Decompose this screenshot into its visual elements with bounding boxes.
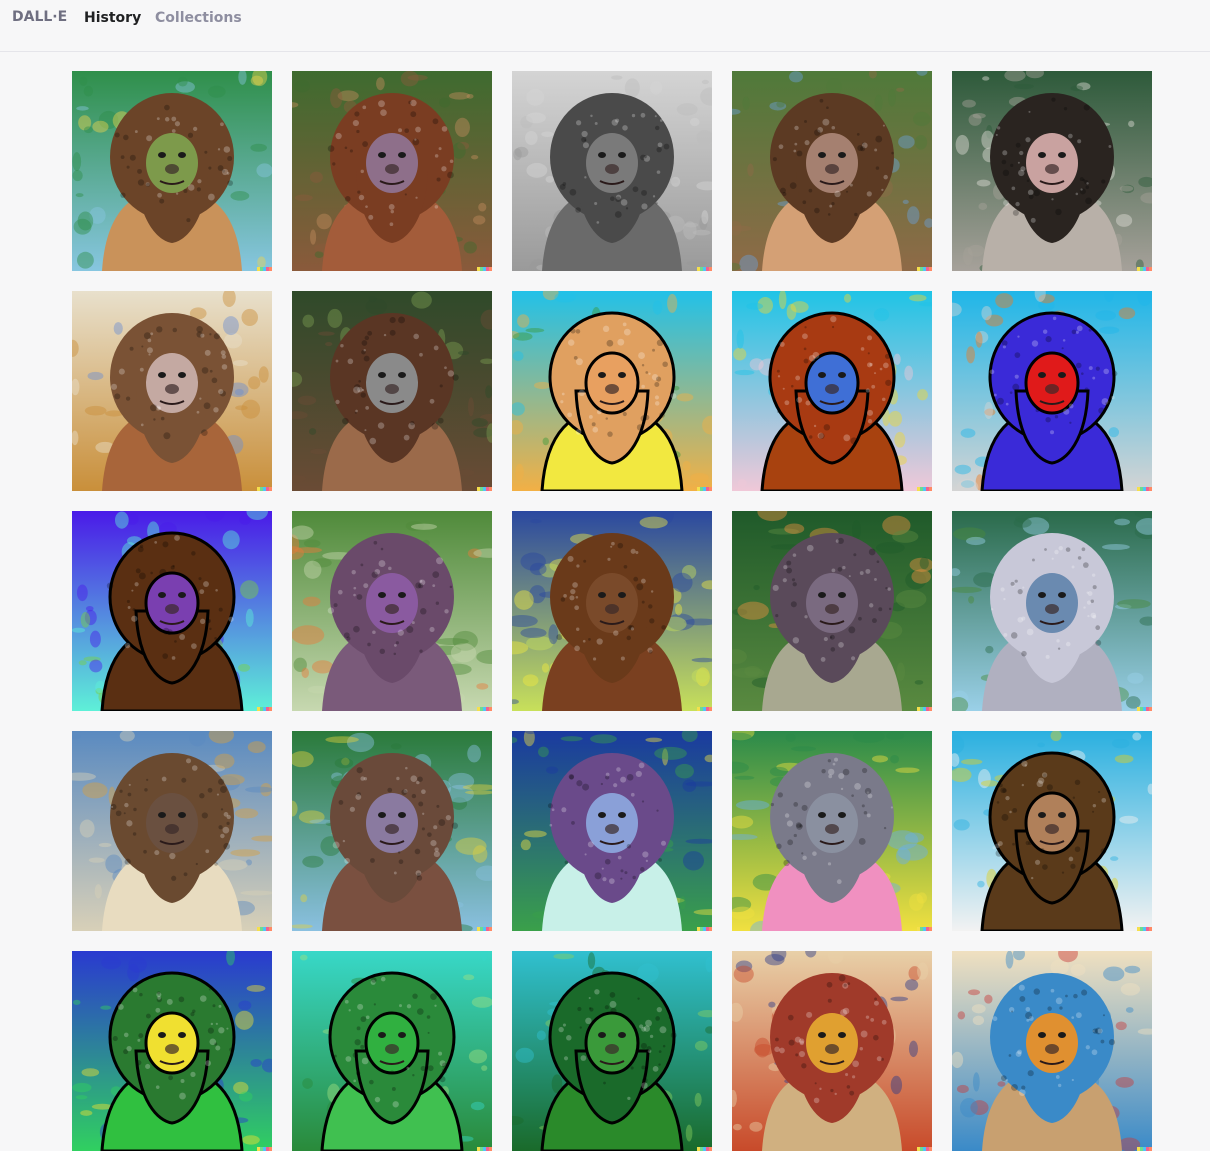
generated-image-tile[interactable] (512, 71, 712, 271)
generated-image-tile[interactable] (72, 731, 272, 931)
generated-image (732, 951, 932, 1151)
dalle-signature-mark (477, 927, 492, 931)
generated-image-tile[interactable] (512, 291, 712, 491)
generated-image-tile[interactable] (952, 951, 1152, 1151)
dalle-signature-mark (477, 267, 492, 271)
dalle-signature-mark (1137, 267, 1152, 271)
generated-image (952, 951, 1152, 1151)
dalle-signature-mark (257, 707, 272, 711)
generated-image-tile[interactable] (732, 71, 932, 271)
dalle-signature-mark (917, 267, 932, 271)
dalle-signature-mark (697, 707, 712, 711)
dalle-signature-mark (477, 707, 492, 711)
dalle-signature-mark (697, 267, 712, 271)
generated-image (72, 951, 272, 1151)
dalle-signature-mark (477, 487, 492, 491)
generated-image (72, 731, 272, 931)
generated-image (732, 71, 932, 271)
dalle-signature-mark (917, 487, 932, 491)
generated-image (952, 291, 1152, 491)
generated-image (512, 731, 712, 931)
generated-image (292, 71, 492, 271)
generated-image-tile[interactable] (952, 291, 1152, 491)
generated-image (952, 71, 1152, 271)
generated-image (512, 291, 712, 491)
generated-image (512, 951, 712, 1151)
generated-image (732, 291, 932, 491)
generated-image-tile[interactable] (732, 511, 932, 711)
generated-image (72, 511, 272, 711)
generated-image-tile[interactable] (72, 71, 272, 271)
generated-image (512, 71, 712, 271)
generated-image-tile[interactable] (292, 71, 492, 271)
dalle-signature-mark (1137, 707, 1152, 711)
generated-image (72, 291, 272, 491)
generated-image (732, 731, 932, 931)
dalle-signature-mark (257, 1147, 272, 1151)
generated-image-tile[interactable] (292, 511, 492, 711)
generated-image-tile[interactable] (72, 511, 272, 711)
generated-image-tile[interactable] (732, 291, 932, 491)
nav-link-history[interactable]: History (84, 10, 141, 26)
nav-link-collections[interactable]: Collections (155, 10, 242, 26)
generated-image (292, 511, 492, 711)
generated-image-tile[interactable] (732, 731, 932, 931)
generated-image-tile[interactable] (952, 511, 1152, 711)
top-navigation: DALL·E History Collections (0, 0, 1210, 52)
generated-image (512, 511, 712, 711)
dalle-signature-mark (917, 707, 932, 711)
generated-image-tile[interactable] (512, 511, 712, 711)
generated-image (72, 71, 272, 271)
generated-image (292, 731, 492, 931)
dalle-signature-mark (1137, 1147, 1152, 1151)
generated-image-tile[interactable] (952, 71, 1152, 271)
dalle-signature-mark (477, 1147, 492, 1151)
generated-image (952, 731, 1152, 931)
dalle-signature-mark (697, 487, 712, 491)
dalle-signature-mark (917, 927, 932, 931)
brand-logo[interactable]: DALL·E (12, 9, 67, 25)
dalle-signature-mark (697, 1147, 712, 1151)
dalle-signature-mark (1137, 927, 1152, 931)
generated-image-tile[interactable] (292, 731, 492, 931)
dalle-signature-mark (917, 1147, 932, 1151)
dalle-signature-mark (257, 267, 272, 271)
generated-image-tile[interactable] (72, 291, 272, 491)
dalle-signature-mark (1137, 487, 1152, 491)
generated-image-tile[interactable] (512, 731, 712, 931)
generated-image-tile[interactable] (72, 951, 272, 1151)
dalle-signature-mark (697, 927, 712, 931)
generated-image-tile[interactable] (292, 291, 492, 491)
dalle-signature-mark (257, 927, 272, 931)
generated-image-tile[interactable] (292, 951, 492, 1151)
generated-image (292, 291, 492, 491)
generated-image (732, 511, 932, 711)
generated-image-tile[interactable] (952, 731, 1152, 931)
generated-image (952, 511, 1152, 711)
dalle-signature-mark (257, 487, 272, 491)
generated-image (292, 951, 492, 1151)
generated-image-tile[interactable] (512, 951, 712, 1151)
generated-image-tile[interactable] (732, 951, 932, 1151)
